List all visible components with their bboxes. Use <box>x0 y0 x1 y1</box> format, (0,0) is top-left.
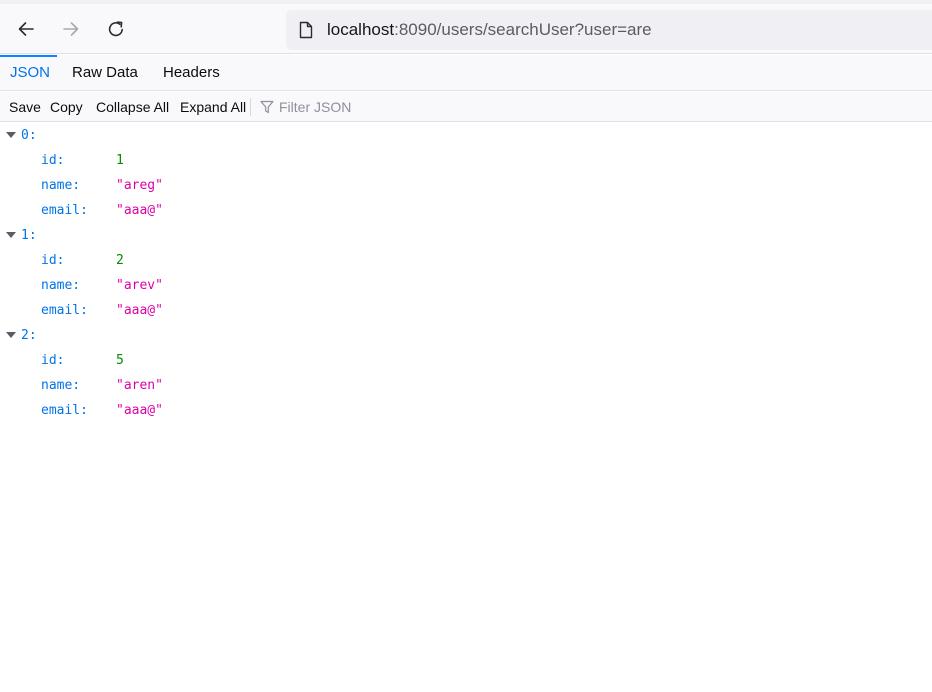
forward-arrow-icon <box>63 22 79 36</box>
json-property-row[interactable]: email: "aaa@" <box>0 298 932 323</box>
json-key: name: <box>41 378 81 393</box>
url-host: localhost <box>327 20 395 39</box>
address-bar[interactable]: localhost:8090/users/searchUser?user=are <box>286 10 932 50</box>
url-text[interactable]: localhost:8090/users/searchUser?user=are <box>327 20 652 40</box>
json-property-row[interactable]: name: "areg" <box>0 173 932 198</box>
tab-raw-data-label: Raw Data <box>72 64 138 81</box>
json-string-value: "aaa@" <box>116 403 163 418</box>
json-key: id: <box>41 153 65 168</box>
viewer-tabs: JSON Raw Data Headers <box>0 55 932 91</box>
json-key: name: <box>41 178 81 193</box>
json-property-row[interactable]: id: 1 <box>0 148 932 173</box>
collapse-all-button[interactable]: Collapse All <box>96 92 169 122</box>
json-key: email: <box>41 303 88 318</box>
tab-json[interactable]: JSON <box>8 55 52 91</box>
json-group-row[interactable]: 1: <box>0 223 932 248</box>
expand-triangle-icon[interactable] <box>6 132 16 138</box>
filter-json-input[interactable] <box>277 96 577 118</box>
page-icon <box>296 20 316 40</box>
json-string-value: "aaa@" <box>116 303 163 318</box>
json-tree: 0: id: 1 name: "areg" email: "aaa@" 1: i… <box>0 123 932 423</box>
json-index-key: 2: <box>21 328 37 343</box>
json-property-row[interactable]: id: 5 <box>0 348 932 373</box>
json-key: email: <box>41 203 88 218</box>
forward-button[interactable] <box>55 13 87 45</box>
expand-all-button[interactable]: Expand All <box>180 92 246 122</box>
json-property-row[interactable]: email: "aaa@" <box>0 198 932 223</box>
json-string-value: "aren" <box>116 378 163 393</box>
tab-raw-data[interactable]: Raw Data <box>70 55 140 91</box>
toolbar-divider <box>250 98 251 116</box>
json-key: name: <box>41 278 81 293</box>
selected-tab-indicator <box>0 55 57 57</box>
copy-button[interactable]: Copy <box>50 92 83 122</box>
tab-headers-label: Headers <box>163 64 220 81</box>
json-property-row[interactable]: id: 2 <box>0 248 932 273</box>
expand-triangle-icon[interactable] <box>6 232 16 238</box>
json-string-value: "arev" <box>116 278 163 293</box>
json-number-value: 2 <box>116 253 124 268</box>
reload-button[interactable] <box>100 13 132 45</box>
json-group-row[interactable]: 0: <box>0 123 932 148</box>
json-string-value: "aaa@" <box>116 203 163 218</box>
save-button[interactable]: Save <box>9 92 41 122</box>
back-arrow-icon <box>18 22 34 36</box>
json-property-row[interactable]: name: "arev" <box>0 273 932 298</box>
json-group-row[interactable]: 2: <box>0 323 932 348</box>
tab-headers[interactable]: Headers <box>161 55 222 91</box>
json-property-row[interactable]: email: "aaa@" <box>0 398 932 423</box>
filter-icon <box>260 100 274 114</box>
json-key: email: <box>41 403 88 418</box>
back-button[interactable] <box>10 13 42 45</box>
json-property-row[interactable]: name: "aren" <box>0 373 932 398</box>
reload-icon <box>108 21 123 37</box>
browser-toolbar: localhost:8090/users/searchUser?user=are <box>0 4 932 54</box>
json-string-value: "areg" <box>116 178 163 193</box>
json-number-value: 5 <box>116 353 124 368</box>
json-index-key: 0: <box>21 128 37 143</box>
tab-json-label: JSON <box>10 64 51 81</box>
json-index-key: 1: <box>21 228 37 243</box>
url-path: :8090/users/searchUser?user=are <box>394 20 652 39</box>
json-number-value: 1 <box>116 153 124 168</box>
json-key: id: <box>41 353 65 368</box>
json-toolbar: Save Copy Collapse All Expand All <box>0 92 932 122</box>
expand-triangle-icon[interactable] <box>6 332 16 338</box>
json-key: id: <box>41 253 65 268</box>
